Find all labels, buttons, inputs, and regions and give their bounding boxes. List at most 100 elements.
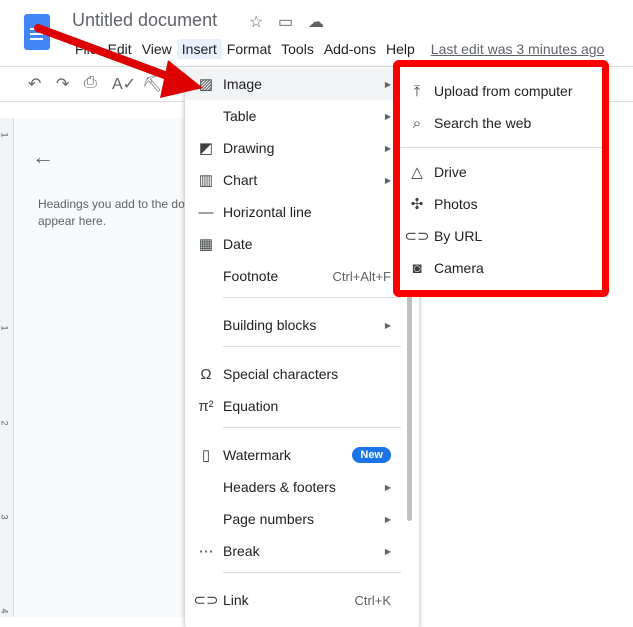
camera-icon: ◙ bbox=[412, 259, 422, 277]
insert-menu-item-break[interactable]: ⋯ Break ▶ bbox=[185, 535, 405, 567]
menu-insert[interactable]: Insert bbox=[176, 39, 222, 59]
insert-menu-item-equation[interactable]: π² Equation bbox=[185, 390, 405, 422]
submenu-arrow-icon: ▶ bbox=[384, 482, 391, 492]
ruler-label: 3 bbox=[0, 514, 10, 520]
insert-menu-item-table[interactable]: Table ▶ bbox=[185, 100, 405, 132]
menu-item-label: By URL bbox=[434, 228, 483, 244]
omega-icon: Ω bbox=[200, 365, 212, 383]
horizontal-line-icon: — bbox=[198, 203, 214, 221]
cloud-saved-icon[interactable]: ☁ bbox=[308, 12, 324, 32]
menu-scrollbar[interactable] bbox=[407, 289, 412, 521]
move-folder-icon[interactable]: ▭ bbox=[278, 12, 293, 32]
undo-icon[interactable]: ↶ bbox=[28, 74, 41, 94]
menu-edit[interactable]: Edit bbox=[103, 39, 137, 59]
menu-bar: File Edit View Insert Format Tools Add-o… bbox=[70, 39, 609, 59]
submenu-arrow-icon: ▶ bbox=[384, 546, 391, 556]
vertical-ruler: 1 1 2 3 4 bbox=[0, 118, 14, 617]
link-icon: ⊂⊃ bbox=[193, 592, 219, 609]
menu-divider bbox=[400, 147, 602, 148]
insert-menu-item-chart[interactable]: ▥ Chart ▶ bbox=[185, 164, 405, 196]
link-icon: ⊂⊃ bbox=[404, 228, 430, 245]
insert-menu-item-building-blocks[interactable]: Building blocks ▶ bbox=[185, 309, 405, 341]
menu-view[interactable]: View bbox=[137, 39, 177, 59]
print-icon[interactable]: ⎙ bbox=[84, 74, 97, 92]
insert-menu-item-date[interactable]: ▦ Date bbox=[185, 228, 405, 260]
menu-item-label: Link bbox=[223, 592, 249, 608]
menu-item-label: Search the web bbox=[434, 115, 532, 131]
menu-addons[interactable]: Add-ons bbox=[319, 39, 381, 59]
menu-item-label: Upload from computer bbox=[434, 83, 573, 99]
ruler-label: 4 bbox=[0, 608, 10, 614]
menu-item-label: Date bbox=[223, 236, 253, 252]
last-edit-link[interactable]: Last edit was 3 minutes ago bbox=[426, 39, 610, 59]
chart-icon: ▥ bbox=[198, 172, 214, 189]
menu-item-label: Special characters bbox=[223, 366, 339, 382]
submenu-arrow-icon: ▶ bbox=[384, 514, 391, 524]
spellcheck-icon[interactable]: A✓ bbox=[112, 74, 136, 94]
menu-item-label: Drive bbox=[434, 164, 467, 180]
ruler-label: 1 bbox=[0, 132, 10, 138]
watermark-icon: ▯ bbox=[201, 447, 211, 464]
ruler-label: 2 bbox=[0, 420, 10, 426]
insert-menu-item-image[interactable]: ▨ Image ▶ bbox=[185, 68, 405, 100]
menu-item-label: Break bbox=[223, 543, 260, 559]
image-submenu-item-upload-from-computer[interactable]: ⤒ Upload from computer bbox=[400, 75, 602, 107]
shortcut-label: Ctrl+K bbox=[354, 592, 391, 608]
submenu-arrow-icon: ▶ bbox=[384, 79, 391, 89]
image-submenu-item-photos[interactable]: ✣ Photos bbox=[400, 188, 602, 220]
insert-menu-item-horizontal-line[interactable]: — Horizontal line bbox=[185, 196, 405, 228]
submenu-arrow-icon: ▶ bbox=[384, 320, 391, 330]
menu-item-label: Drawing bbox=[223, 140, 275, 156]
insert-menu-item-drawing[interactable]: ◩ Drawing ▶ bbox=[185, 132, 405, 164]
menu-divider bbox=[223, 427, 401, 428]
insert-menu-item-link[interactable]: ⊂⊃ Link Ctrl+K bbox=[185, 584, 405, 616]
image-submenu-item-camera[interactable]: ◙ Camera bbox=[400, 252, 602, 284]
menu-item-label: Camera bbox=[434, 260, 484, 276]
menu-item-label: Table bbox=[223, 108, 257, 124]
menu-item-label: Image bbox=[223, 76, 262, 92]
star-icon[interactable]: ☆ bbox=[249, 12, 263, 32]
insert-menu-item-headers-footers[interactable]: Headers & footers ▶ bbox=[185, 471, 405, 503]
upload-icon: ⤒ bbox=[413, 82, 421, 100]
insert-menu-item-watermark[interactable]: ▯ Watermark New bbox=[185, 439, 405, 471]
menu-item-label: Chart bbox=[223, 172, 258, 188]
document-outline-panel bbox=[14, 118, 184, 617]
redo-icon[interactable]: ↷ bbox=[56, 74, 69, 94]
calendar-icon: ▦ bbox=[198, 236, 214, 253]
image-submenu-item-by-url[interactable]: ⊂⊃ By URL bbox=[400, 220, 602, 252]
drive-icon: △ bbox=[411, 164, 423, 181]
search-icon: ⌕ bbox=[412, 114, 422, 132]
menu-format[interactable]: Format bbox=[222, 39, 276, 59]
document-title[interactable]: Untitled document bbox=[72, 10, 217, 31]
new-badge: New bbox=[352, 447, 391, 463]
photos-icon: ✣ bbox=[410, 196, 424, 213]
paint-format-icon[interactable]: ⛏ bbox=[142, 74, 162, 94]
ruler-label: 1 bbox=[0, 325, 10, 331]
insert-menu-item-footnote[interactable]: Footnote Ctrl+Alt+F bbox=[185, 260, 405, 292]
submenu-arrow-icon: ▶ bbox=[384, 111, 391, 121]
submenu-arrow-icon: ▶ bbox=[384, 143, 391, 153]
image-submenu-item-search-the-web[interactable]: ⌕ Search the web bbox=[400, 107, 602, 139]
menu-item-label: Equation bbox=[223, 398, 279, 414]
back-arrow-icon[interactable]: ← bbox=[32, 144, 54, 170]
menu-divider bbox=[223, 346, 401, 347]
insert-menu: ▨ Image ▶ Table ▶ ◩ Drawing ▶ ▥ Chart ▶ — Horizontal… bbox=[185, 67, 419, 627]
menu-file[interactable]: File bbox=[70, 39, 103, 59]
break-icon: ⋯ bbox=[198, 543, 214, 560]
insert-menu-item-special-characters[interactable]: Ω Special characters bbox=[185, 358, 405, 390]
menu-item-label: Footnote bbox=[223, 268, 279, 284]
menu-item-label: Photos bbox=[434, 196, 478, 212]
menu-tools[interactable]: Tools bbox=[276, 39, 319, 59]
menu-divider bbox=[223, 297, 401, 298]
menu-item-label: Page numbers bbox=[223, 511, 315, 527]
docs-logo[interactable] bbox=[24, 14, 50, 50]
menu-help[interactable]: Help bbox=[381, 39, 420, 59]
image-submenu: ⤒ Upload from computer ⌕ Search the web △ Dri… bbox=[393, 60, 609, 297]
menu-item-label: Headers & footers bbox=[223, 479, 336, 495]
insert-menu-item-page-numbers[interactable]: Page numbers ▶ bbox=[185, 503, 405, 535]
menu-item-label: Horizontal line bbox=[223, 204, 312, 220]
image-icon: ▨ bbox=[198, 76, 214, 93]
image-submenu-item-drive[interactable]: △ Drive bbox=[400, 156, 602, 188]
shortcut-label: Ctrl+Alt+F bbox=[332, 268, 391, 284]
outline-placeholder: Headings you add to the document will ap… bbox=[38, 197, 188, 228]
